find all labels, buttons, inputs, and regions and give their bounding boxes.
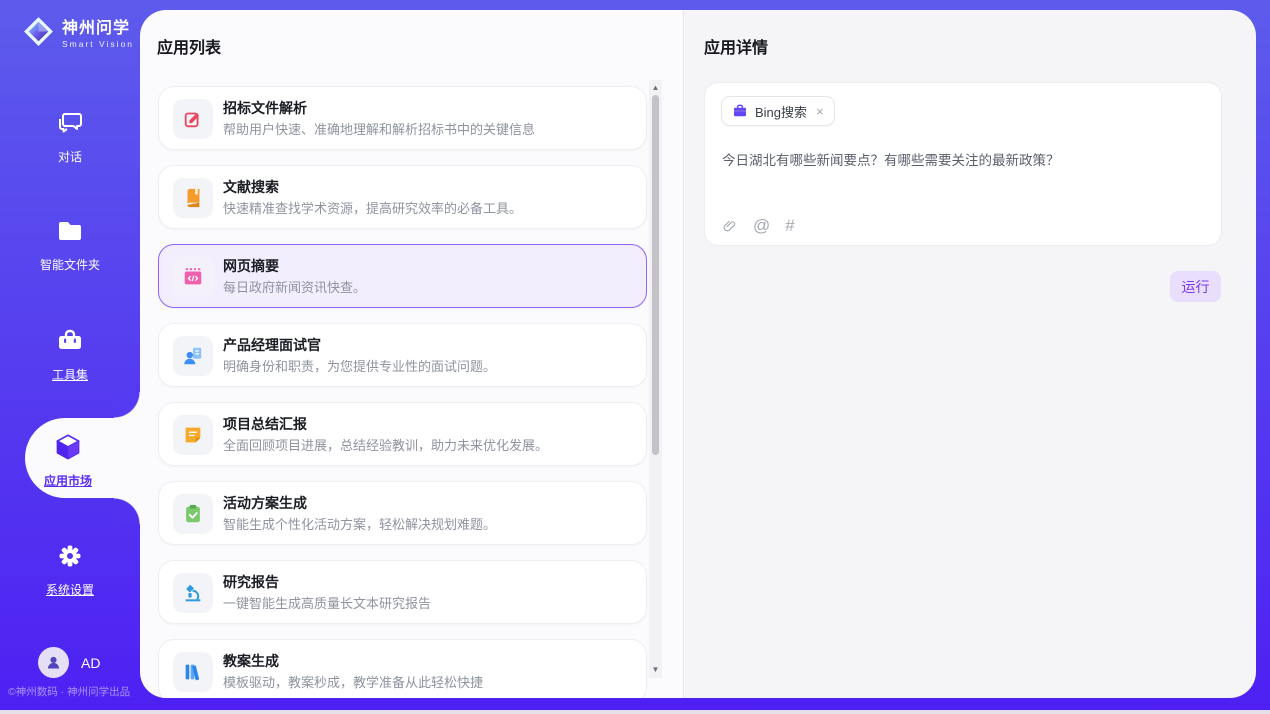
logo: 神州问学 Smart Vision [22, 14, 134, 49]
app-list-title: 应用列表 [157, 34, 221, 58]
sidebar-item-label: 智能文件夹 [0, 256, 140, 273]
hash-icon[interactable]: # [785, 217, 794, 235]
app-card-literature-search[interactable]: 文献搜索 快速精准查找学术资源，提高研究效率的必备工具。 [158, 165, 647, 229]
list-scrollbar[interactable]: ▲ ▼ [649, 80, 662, 678]
scroll-up-arrow-icon[interactable]: ▲ [649, 82, 662, 94]
user-icon [45, 654, 62, 671]
app-desc: 全面回顾项目进展，总结经验教训，助力未来优化发展。 [223, 436, 634, 456]
scroll-down-arrow-icon[interactable]: ▼ [649, 664, 662, 676]
app-card-event-plan[interactable]: 活动方案生成 智能生成个性化活动方案，轻松解决规划难题。 [158, 481, 647, 545]
document-edit-icon [173, 99, 213, 139]
app-detail-panel: 应用详情 Bing搜索 × 今日湖北有哪些新闻要点？有哪些需要关注的最新政策？ [683, 10, 1256, 698]
prompt-card: Bing搜索 × 今日湖北有哪些新闻要点？有哪些需要关注的最新政策？ @ # [704, 82, 1222, 246]
app-card-bid-analysis[interactable]: 招标文件解析 帮助用户快速、准确地理解和解析招标书中的关键信息 [158, 86, 647, 150]
chip-label: Bing搜索 [755, 102, 807, 121]
logo-subtitle: Smart Vision [62, 39, 134, 49]
briefcase-icon [732, 103, 748, 119]
app-desc: 快速精准查找学术资源，提高研究效率的必备工具。 [223, 199, 634, 219]
sidebar: 神州问学 Smart Vision 对话 智能文件夹 [0, 0, 140, 714]
sidebar-footer: ©神州数码 · 神州问学出品 [8, 684, 140, 699]
interviewer-icon [173, 336, 213, 376]
bottom-edge [0, 710, 1270, 714]
sidebar-item-app-market[interactable]: 应用市场 [25, 418, 140, 498]
app-card-pm-interviewer[interactable]: 产品经理面试官 明确身份和职责，为您提供专业性的面试问题。 [158, 323, 647, 387]
sidebar-item-smart-folder[interactable]: 智能文件夹 [0, 216, 140, 273]
chat-icon [55, 108, 85, 138]
app-window: 神州问学 Smart Vision 对话 智能文件夹 [0, 0, 1270, 714]
cube-icon [53, 432, 83, 462]
gear-icon [55, 541, 85, 571]
note-icon [173, 415, 213, 455]
app-name: 产品经理面试官 [223, 335, 634, 355]
avatar[interactable] [38, 647, 69, 678]
scrollbar-thumb[interactable] [652, 95, 659, 455]
app-desc: 明确身份和职责，为您提供专业性的面试问题。 [223, 357, 634, 377]
app-name: 文献搜索 [223, 177, 634, 197]
tab-curve-top [114, 392, 140, 418]
app-desc: 智能生成个性化活动方案，轻松解决规划难题。 [223, 515, 634, 535]
paperclip-icon[interactable] [722, 217, 738, 235]
app-desc: 每日政府新闻资讯快查。 [223, 278, 634, 298]
app-card-project-summary[interactable]: 项目总结汇报 全面回顾项目进展，总结经验教训，助力未来优化发展。 [158, 402, 647, 466]
logo-title: 神州问学 [62, 14, 134, 38]
sidebar-item-toolset[interactable]: 工具集 [0, 326, 140, 383]
sidebar-item-label: 应用市场 [25, 472, 111, 489]
sidebar-item-label: 对话 [0, 148, 140, 165]
app-name: 活动方案生成 [223, 493, 634, 513]
toolbox-icon [55, 326, 85, 356]
browser-code-icon [173, 257, 213, 297]
books-icon [173, 652, 213, 692]
attachment-toolbar: @ # [722, 217, 795, 235]
logo-diamond-icon [22, 15, 55, 48]
run-button[interactable]: 运行 [1170, 271, 1221, 302]
app-detail-title: 应用详情 [704, 34, 768, 58]
app-name: 教案生成 [223, 651, 634, 671]
app-card-research-report[interactable]: 研究报告 一键智能生成高质量长文本研究报告 [158, 560, 647, 624]
sidebar-item-label: 工具集 [0, 366, 140, 383]
app-desc: 帮助用户快速、准确地理解和解析招标书中的关键信息 [223, 120, 634, 140]
app-name: 项目总结汇报 [223, 414, 634, 434]
mention-icon[interactable]: @ [753, 217, 770, 235]
app-name: 网页摘要 [223, 256, 634, 276]
prompt-text[interactable]: 今日湖北有哪些新闻要点？有哪些需要关注的最新政策？ [722, 149, 1205, 169]
user-name: AD [81, 655, 100, 671]
app-desc: 模板驱动，教案秒成，教学准备从此轻松快捷 [223, 673, 634, 693]
tab-curve-bottom [114, 498, 140, 524]
bing-search-chip[interactable]: Bing搜索 × [721, 96, 835, 126]
app-desc: 一键智能生成高质量长文本研究报告 [223, 594, 634, 614]
sidebar-item-label: 系统设置 [0, 581, 140, 598]
main-content: 应用列表 招标文件解析 帮助用户快速、准确地理解和解析招标书中的关键信息 [140, 10, 1256, 698]
user-account[interactable]: AD [38, 647, 100, 678]
book-icon [173, 178, 213, 218]
clipboard-check-icon [173, 494, 213, 534]
app-card-lesson-plan[interactable]: 教案生成 模板驱动，教案秒成，教学准备从此轻松快捷 [158, 639, 647, 698]
microscope-icon [173, 573, 213, 613]
app-card-web-summary[interactable]: 网页摘要 每日政府新闻资讯快查。 [158, 244, 647, 308]
sidebar-item-settings[interactable]: 系统设置 [0, 541, 140, 598]
sidebar-item-chat[interactable]: 对话 [0, 108, 140, 165]
app-name: 研究报告 [223, 572, 634, 592]
app-name: 招标文件解析 [223, 98, 634, 118]
folder-icon [55, 216, 85, 246]
chip-close-icon[interactable]: × [816, 104, 824, 119]
app-list-panel: 应用列表 招标文件解析 帮助用户快速、准确地理解和解析招标书中的关键信息 [140, 10, 683, 698]
